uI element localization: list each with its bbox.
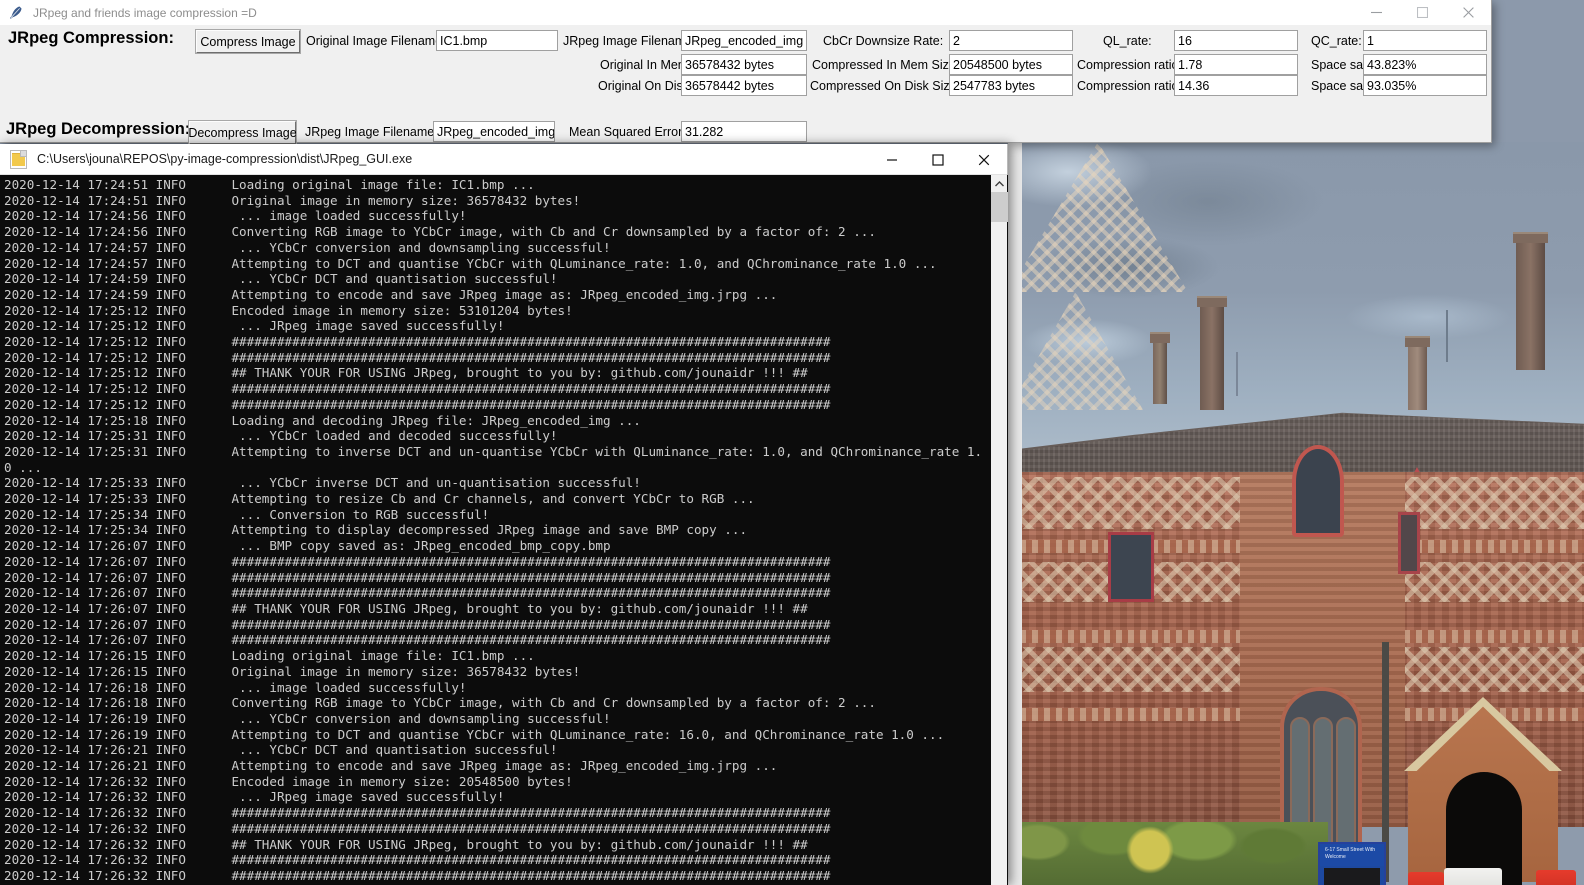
minimize-icon[interactable]: [1353, 0, 1399, 25]
gui-window-controls: [1353, 0, 1491, 25]
label-jrpeg-image-filename: JRpeg Image Filename:: [563, 34, 696, 48]
gui-titlebar[interactable]: JRpeg and friends image compression =D: [0, 0, 1491, 25]
photo-window: [1398, 512, 1420, 574]
compress-image-button[interactable]: Compress Image: [196, 30, 300, 53]
gui-window-title: JRpeg and friends image compression =D: [33, 6, 257, 20]
photo-chimney: [1200, 302, 1224, 410]
original-in-mem-size-value: 36578432 bytes: [681, 54, 807, 75]
label-ql-rate: QL_rate:: [1103, 34, 1152, 48]
label-compression-ratio-disk: Compression ratio:: [1077, 79, 1182, 93]
photo-sign-header: 6-17 Small Street With Welcome: [1320, 844, 1384, 866]
scrollbar-thumb[interactable]: [991, 192, 1008, 222]
console-window-title: C:\Users\jouna\REPOS\py-image-compressio…: [37, 152, 412, 166]
console-output-area[interactable]: 2020-12-14 17:24:51 INFO Loading origina…: [0, 175, 1008, 885]
label-mean-squared-error: Mean Squared Error:: [569, 125, 686, 139]
photo-yellow-bush: [1116, 814, 1186, 885]
decompress-jrpeg-filename-input[interactable]: JRpeg_encoded_img: [433, 121, 555, 142]
console-log-text: 2020-12-14 17:24:51 INFO Loading origina…: [4, 177, 988, 884]
qc-rate-input[interactable]: 1: [1363, 30, 1487, 51]
photo-chimney: [1408, 342, 1427, 410]
photo-barrier: [1536, 870, 1576, 885]
cbcr-downsize-rate-input[interactable]: 2: [949, 30, 1073, 51]
jrpeg-image-filename-input[interactable]: JRpeg_encoded_img: [681, 30, 807, 51]
space-saved-disk-value: 93.035%: [1363, 75, 1487, 96]
label-qc-rate: QC_rate:: [1311, 34, 1362, 48]
label-compressed-in-mem-size: Compressed In Mem Size:: [812, 58, 959, 72]
photo-chimney: [1516, 238, 1545, 370]
label-compressed-on-disk-size: Compressed On Disk Size:: [810, 79, 960, 93]
photo-window: [1108, 532, 1154, 602]
compression-ratio-disk-value: 14.36: [1174, 75, 1298, 96]
photo-aerial: [1446, 310, 1448, 362]
photo-lancet: [1336, 717, 1356, 857]
decompress-image-button[interactable]: Decompress Image: [189, 121, 296, 144]
console-exe-icon: [10, 150, 27, 169]
ql-rate-input[interactable]: 16: [1174, 30, 1298, 51]
close-icon[interactable]: [1445, 0, 1491, 25]
gui-body: JRpeg Compression: Compress Image Origin…: [0, 25, 1491, 142]
minimize-icon[interactable]: [869, 144, 915, 175]
original-image-filename-input[interactable]: IC1.bmp: [436, 30, 558, 51]
console-window-controls: [869, 144, 1007, 175]
maximize-icon[interactable]: [1399, 0, 1445, 25]
photo-blue-sign: 6-17 Small Street With Welcome: [1318, 842, 1386, 885]
jrpeg-gui-window: JRpeg and friends image compression =D J…: [0, 0, 1492, 143]
photo-window: [1292, 445, 1344, 537]
photo-sign-text: 6-17 Small Street With Welcome: [1325, 847, 1381, 861]
console-scrollbar[interactable]: [990, 175, 1007, 885]
photo-window-edge: [1008, 142, 1022, 885]
photo-barrier: [1444, 868, 1502, 885]
compression-ratio-mem-value: 1.78: [1174, 54, 1298, 75]
label-compression-ratio-mem: Compression ratio:: [1077, 58, 1182, 72]
photo-chimney: [1153, 338, 1167, 404]
space-saved-mem-value: 43.823%: [1363, 54, 1487, 75]
decompressed-image-preview: 6-17 Small Street With Welcome: [1008, 142, 1584, 885]
compressed-on-disk-size-value: 2547783 bytes: [949, 75, 1073, 96]
close-icon[interactable]: [961, 144, 1007, 175]
label-decompress-jrpeg-filename: JRpeg Image Filename:: [305, 125, 438, 139]
chevron-up-icon[interactable]: [991, 175, 1008, 192]
photo-barrier: [1408, 872, 1444, 885]
feather-icon: [8, 5, 24, 21]
compression-section-label: JRpeg Compression:: [8, 29, 174, 48]
console-window: C:\Users\jouna\REPOS\py-image-compressio…: [0, 144, 1008, 885]
compressed-in-mem-size-value: 20548500 bytes: [949, 54, 1073, 75]
photo-aerial: [1236, 352, 1238, 396]
label-original-image-filename: Original Image Filename:: [306, 34, 446, 48]
label-cbcr-downsize-rate: CbCr Downsize Rate:: [823, 34, 943, 48]
console-titlebar[interactable]: C:\Users\jouna\REPOS\py-image-compressio…: [0, 144, 1007, 175]
mean-squared-error-value: 31.282: [681, 121, 807, 142]
photo-sign-body: [1324, 868, 1380, 885]
original-on-disk-size-value: 36578442 bytes: [681, 75, 807, 96]
maximize-icon[interactable]: [915, 144, 961, 175]
decompression-section-label: JRpeg Decompression:: [6, 120, 190, 139]
